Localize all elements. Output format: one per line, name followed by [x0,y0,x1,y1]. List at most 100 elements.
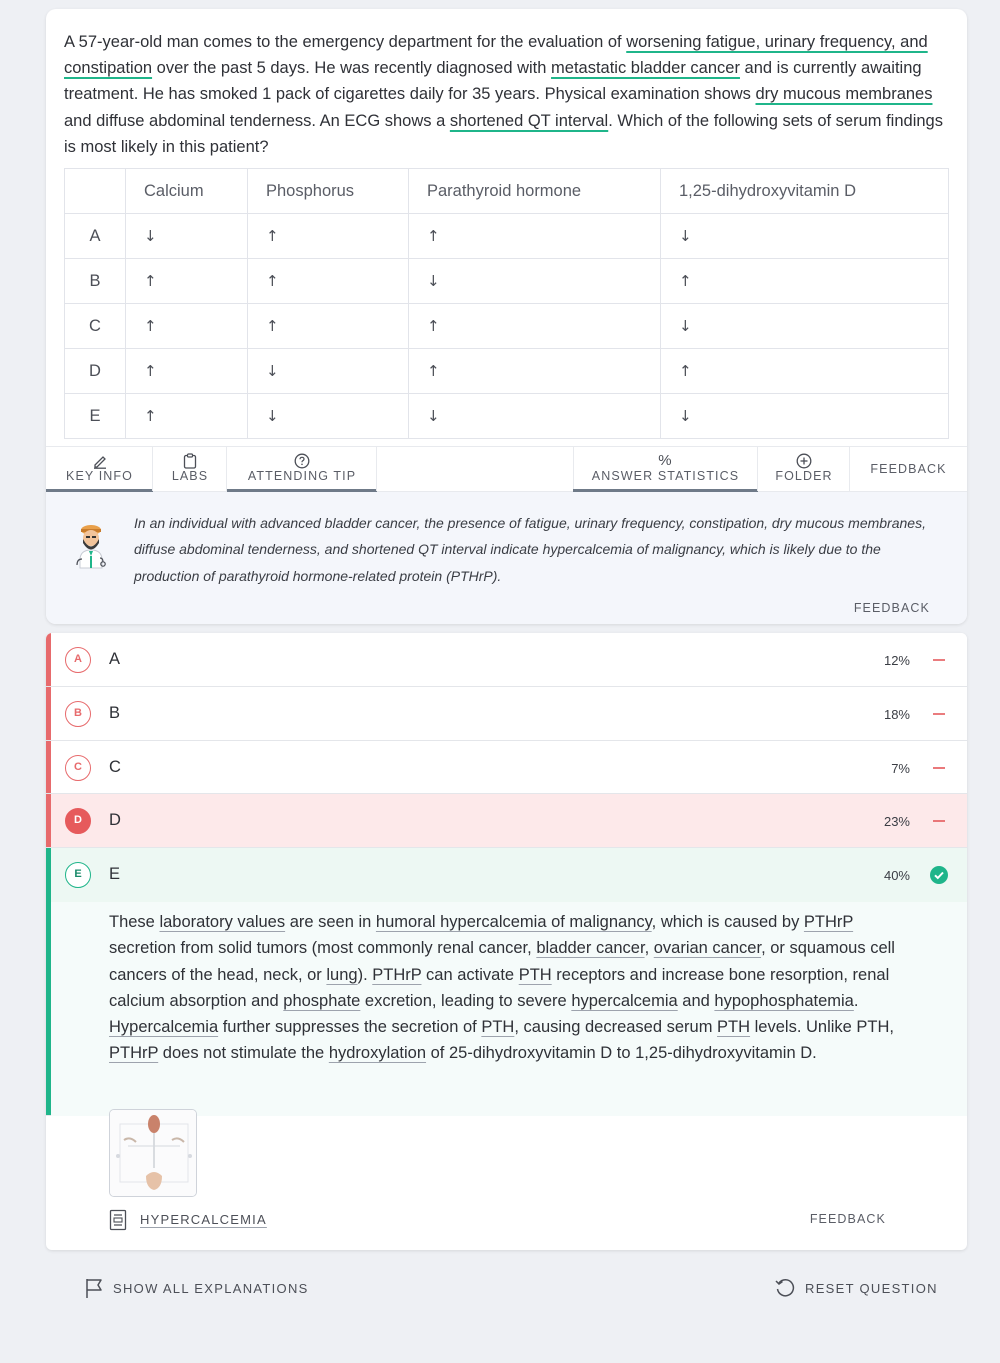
lab-trend-arrow: ↑ [125,393,248,439]
minus-icon [930,812,948,830]
show-all-explanations-label: SHOW ALL EXPLANATIONS [113,1281,309,1296]
stem-text: and diffuse abdominal tenderness. An ECG… [64,111,450,130]
row-option-label: C [64,303,126,349]
minus-icon [930,705,948,723]
tip-feedback-button[interactable]: FEEDBACK [854,601,930,615]
key-finding-highlight[interactable]: metastatic bladder cancer [551,59,740,77]
table-row: D ↑ ↓ ↑ ↑ [64,348,949,394]
key-finding-highlight[interactable]: dry mucous membranes [756,85,933,103]
glossary-term-link[interactable]: phosphate [283,992,360,1010]
hypercalcemia-illustration-thumbnail[interactable] [109,1109,197,1197]
glossary-term-link[interactable]: PTH [519,966,552,984]
tab-key-info-label: KEY INFO [66,469,133,483]
answer-text: E [109,865,121,883]
check-circle-icon [930,866,948,884]
explanation-text: , which is caused by [651,913,804,931]
lab-trend-arrow: ↑ [247,303,409,349]
glossary-term-link[interactable]: laboratory values [159,913,285,931]
glossary-term-link[interactable]: humoral hypercalcemia of malignancy [376,913,652,931]
help-circle-icon [227,447,377,469]
answer-text: D [109,811,121,829]
tab-labs[interactable]: LABS [153,447,227,492]
explanation-text: further suppresses the secretion of [218,1018,482,1037]
explanation-text: . [853,991,859,1010]
answer-status-bar [46,633,51,686]
glossary-term-link[interactable]: bladder cancer [536,939,644,957]
answer-status-bar [46,794,51,847]
doctor-avatar-icon [74,522,108,572]
explanation-text: does not stimulate the [158,1044,329,1063]
article-icon [109,1209,127,1231]
pencil-icon [46,447,153,469]
table-header-calcium: Calcium [125,168,248,214]
lab-trend-arrow: ↓ [125,213,248,259]
lab-trend-arrow: ↑ [408,303,661,349]
lab-trend-arrow: ↑ [247,213,409,259]
explanation-text: are seen in [285,913,376,931]
tab-feedback-label: FEEDBACK [870,462,947,476]
glossary-term-link[interactable]: hydroxylation [329,1044,426,1062]
row-option-label: A [64,213,126,259]
glossary-term-link[interactable]: PTH [717,1018,750,1036]
tab-attending-tip[interactable]: ATTENDING TIP [227,447,377,492]
tab-feedback[interactable]: FEEDBACK [850,447,967,492]
answer-percentage: 18% [883,707,910,722]
lab-values-table: Calcium Phosphorus Parathyroid hormone 1… [64,168,949,439]
lab-trend-arrow: ↓ [660,213,949,259]
glossary-term-link[interactable]: PTHrP [804,913,853,931]
glossary-term-link[interactable]: hypercalcemia [571,992,677,1010]
explanation-text: levels. Unlike PTH, [750,1018,895,1037]
tab-answer-statistics[interactable]: % ANSWER STATISTICS [573,447,758,492]
answer-choices-card: A A 12% B B 18% C C 7% D D 23% E E 40% These laborator… [46,633,967,1250]
answer-percentage: 40% [883,868,910,883]
answer-status-bar [46,687,51,740]
answer-letter-badge: E [65,862,91,888]
explanation-text: secretion from solid tumors (most common… [109,939,537,958]
reset-question-button[interactable]: RESET QUESTION [774,1276,944,1302]
glossary-term-link[interactable]: PTHrP [109,1044,158,1062]
minus-icon [930,651,948,669]
table-header-vitamin-d: 1,25-dihydroxyvitamin D [660,168,949,214]
answer-letter-badge: A [65,647,91,673]
glossary-term-link[interactable]: lung [326,966,357,984]
percent-icon: % [658,452,673,469]
key-finding-highlight[interactable]: shortened QT interval [450,112,608,130]
explanation-text: excretion, leading to severe [360,991,572,1010]
lab-trend-arrow: ↑ [125,258,248,304]
lab-trend-arrow: ↓ [660,303,949,349]
answer-explanation: These laboratory values are seen in humo… [109,909,915,1067]
lab-trend-arrow: ↓ [408,258,661,304]
answer-percentage: 12% [883,653,910,668]
question-stem: A 57-year-old man comes to the emergency… [64,29,948,160]
lab-trend-arrow: ↓ [660,393,949,439]
attending-tip-panel: In an individual with advanced bladder c… [46,492,967,624]
glossary-term-link[interactable]: PTHrP [372,966,421,984]
reset-question-label: RESET QUESTION [805,1281,938,1296]
explanation-text: can activate [421,965,519,984]
answer-choice-d[interactable]: D D 23% [46,794,967,848]
row-option-label: E [64,393,126,439]
glossary-term-link[interactable]: hypophosphatemia [714,992,853,1010]
glossary-term-link[interactable]: PTH [481,1018,514,1036]
row-option-label: D [64,348,126,394]
lab-trend-arrow: ↓ [247,348,409,394]
explanation-feedback-button[interactable]: FEEDBACK [810,1212,886,1226]
answer-percentage: 7% [891,761,910,776]
answer-choice-a[interactable]: A A 12% [46,633,967,687]
table-row: A ↓ ↑ ↑ ↓ [64,213,949,259]
answer-letter-badge: B [65,701,91,727]
glossary-term-link[interactable]: Hypercalcemia [109,1018,218,1036]
tab-key-info[interactable]: KEY INFO [46,447,153,492]
glossary-term-link[interactable]: ovarian cancer [654,939,761,957]
show-all-explanations-button[interactable]: SHOW ALL EXPLANATIONS [84,1276,324,1302]
tab-folder[interactable]: FOLDER [758,447,850,492]
plus-circle-icon [758,447,850,469]
explanation-text: , [644,939,654,958]
table-header-pth: Parathyroid hormone [408,168,661,214]
stem-text: A 57-year-old man comes to the emergency… [64,33,627,51]
answer-choice-b[interactable]: B B 18% [46,687,967,741]
lab-trend-arrow: ↑ [125,303,248,349]
answer-choice-c[interactable]: C C 7% [46,741,967,794]
tab-folder-label: FOLDER [775,469,833,483]
explanation-text: of 25-dihydroxyvitamin D to 1,25-dihydro… [426,1044,817,1063]
